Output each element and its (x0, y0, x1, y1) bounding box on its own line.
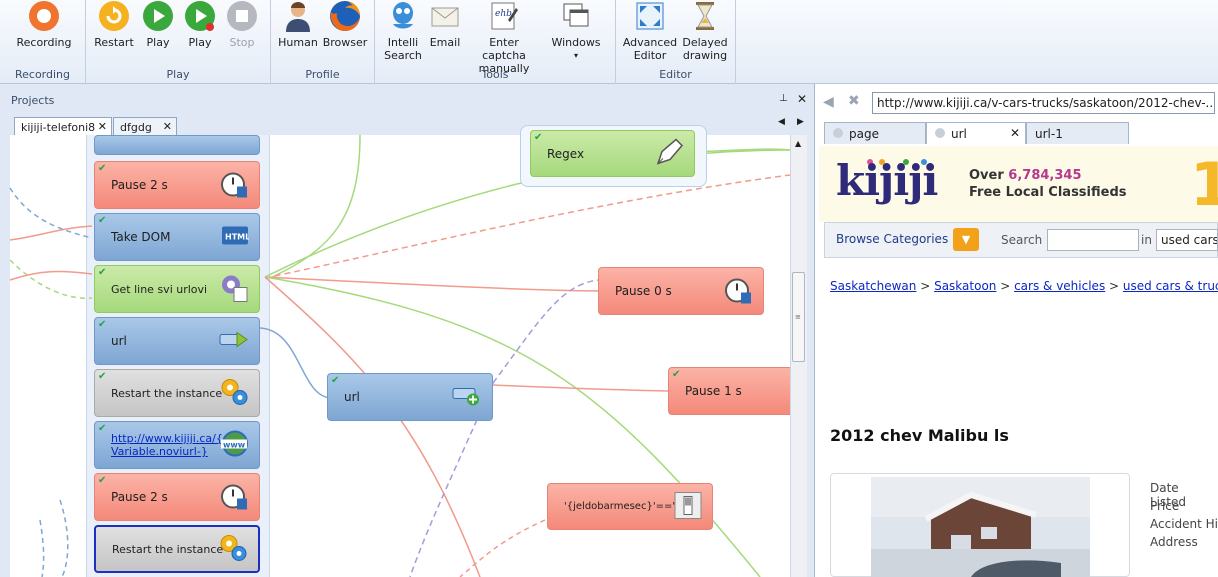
stop-load-icon[interactable]: ✖ (848, 93, 860, 109)
check-icon: ✔ (98, 475, 107, 486)
check-icon: ✔ (98, 371, 107, 382)
node-label: url (344, 390, 360, 404)
stopwatch-icon (219, 481, 249, 514)
promo-graphic: 1 (1190, 150, 1218, 220)
search-input[interactable] (1047, 229, 1139, 251)
tab-page[interactable]: page (824, 122, 926, 144)
tab-label: page (849, 127, 879, 141)
node-url-floating[interactable]: ✔ url (327, 373, 493, 421)
node-label: Take DOM (111, 230, 171, 244)
switch-icon (674, 491, 702, 522)
node-pause-2s[interactable]: ✔ Pause 2 s (94, 161, 260, 209)
tagline-prefix: Over (969, 168, 1004, 183)
add-url-icon (452, 385, 482, 410)
globe-icon (935, 128, 945, 138)
tagline-sub: Free Local Classifieds (969, 185, 1127, 200)
breadcrumb-used-cars[interactable]: used cars & trucks in S (1123, 279, 1218, 293)
node-navigate-url[interactable]: ✔ http://www.kijiji.ca/{-Variable.noviur… (94, 421, 260, 469)
browse-categories-button[interactable]: Browse Categories (836, 232, 948, 246)
check-icon: ✔ (672, 369, 681, 380)
search-label: Search (1001, 233, 1043, 247)
breadcrumb-cars-vehicles[interactable]: cars & vehicles (1014, 279, 1105, 293)
address-bar[interactable]: http://www.kijiji.ca/v-cars-trucks/saska… (872, 92, 1215, 114)
browse-categories-label: Browse Categories (836, 232, 949, 246)
kijiji-logo[interactable]: kijiji (836, 156, 938, 205)
gear-document-icon (219, 273, 249, 306)
breadcrumb-saskatchewan[interactable]: Saskatchewan (830, 279, 916, 293)
node-url[interactable]: ✔ url (94, 317, 260, 365)
tab-url[interactable]: url ✕ (926, 122, 1026, 144)
tab-url-1[interactable]: url-1 (1026, 122, 1129, 144)
node-url-link[interactable]: http://www.kijiji.ca/{-Variable.noviurl-… (111, 432, 227, 458)
gears-icon (218, 533, 248, 566)
node-pause-0s[interactable]: Pause 0 s (598, 267, 764, 315)
tab-label: url-1 (1035, 127, 1063, 141)
stopwatch-icon (219, 169, 249, 202)
breadcrumb: Saskatchewan > Saskatoon > cars & vehicl… (830, 279, 1218, 293)
svg-text:HTML: HTML (225, 233, 249, 242)
tab-label: url (951, 127, 967, 141)
node-condition[interactable]: '{jeldobarmesec}'==" (547, 483, 713, 530)
node-get-line[interactable]: ✔ Get line svi urlovi (94, 265, 260, 313)
dropdown-arrow-icon[interactable]: ▼ (953, 228, 979, 251)
back-arrow-icon[interactable]: ◀ (823, 94, 834, 110)
html-icon: HTML (221, 226, 250, 249)
node-regex[interactable]: ✔ Regex (530, 130, 695, 177)
svg-text:www: www (223, 441, 246, 450)
globe-icon (833, 128, 843, 138)
detail-price: Price (1150, 499, 1180, 513)
stopwatch-icon (723, 275, 753, 308)
node-pause-1s[interactable]: ✔ Pause 1 s (668, 367, 798, 415)
node-label: Pause 2 s (111, 178, 168, 192)
detail-accident-history: Accident Hi (1150, 517, 1218, 531)
gears-icon (219, 377, 249, 410)
www-globe-icon: www (219, 429, 249, 462)
node-partial-top[interactable] (94, 135, 260, 155)
node-restart-instance-selected[interactable]: Restart the instance (94, 525, 260, 573)
listing-title: 2012 chev Malibu ls (830, 426, 1009, 445)
node-label: Restart the instance (112, 542, 224, 556)
node-label: Pause 0 s (615, 284, 672, 298)
grip-icon: ≡ (795, 313, 801, 321)
tagline-count: 6,784,345 (1008, 168, 1082, 183)
scroll-up-icon[interactable]: ▲ (795, 139, 801, 148)
node-label: Get line svi urlovi (111, 282, 208, 296)
node-restart-instance[interactable]: ✔ Restart the instance (94, 369, 260, 417)
check-icon: ✔ (98, 319, 107, 330)
check-icon: ✔ (98, 423, 107, 434)
check-icon: ✔ (98, 267, 107, 278)
pen-icon (654, 137, 684, 170)
check-icon: ✔ (98, 215, 107, 226)
listing-photo[interactable] (871, 477, 1090, 577)
node-label: Pause 2 s (111, 490, 168, 504)
check-icon: ✔ (534, 132, 543, 143)
node-pause-2s-second[interactable]: ✔ Pause 2 s (94, 473, 260, 521)
node-label: '{jeldobarmesec}'==" (564, 501, 677, 512)
check-icon: ✔ (331, 375, 340, 386)
node-label: Regex (547, 146, 585, 161)
check-icon: ✔ (98, 163, 107, 174)
node-label: Restart the instance (111, 386, 223, 400)
close-icon[interactable]: ✕ (1010, 126, 1020, 140)
arrow-right-icon (219, 330, 249, 353)
tagline: Over 6,784,345 (969, 168, 1082, 183)
breadcrumb-saskatoon[interactable]: Saskatoon (934, 279, 996, 293)
detail-address: Address (1150, 535, 1198, 549)
location-input[interactable]: used cars (1156, 229, 1218, 251)
node-label: url (111, 334, 127, 348)
node-take-dom[interactable]: ✔ Take DOM HTML (94, 213, 260, 261)
node-label: Pause 1 s (685, 384, 742, 398)
in-label: in (1141, 233, 1152, 247)
